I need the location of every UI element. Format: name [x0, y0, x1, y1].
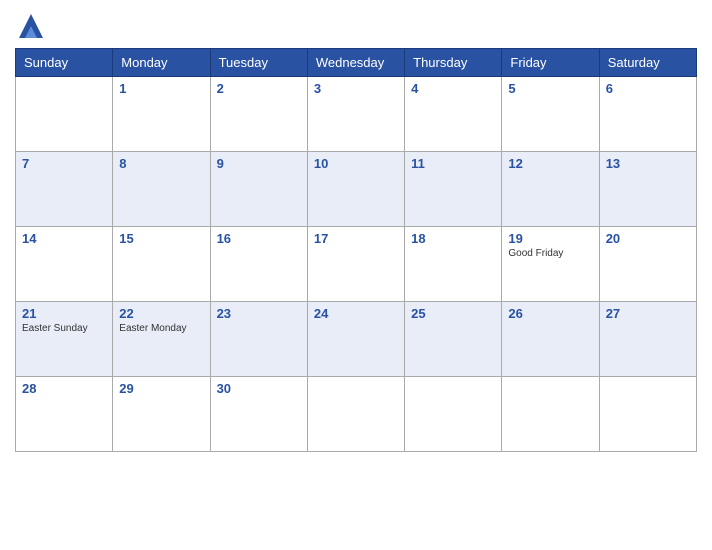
date-number: 9 [217, 156, 301, 171]
calendar-page: SundayMondayTuesdayWednesdayThursdayFrid… [0, 0, 712, 467]
day-header-monday: Monday [113, 49, 210, 77]
calendar-cell [16, 77, 113, 152]
logo-icon [15, 10, 47, 42]
date-number: 7 [22, 156, 106, 171]
calendar-cell: 2 [210, 77, 307, 152]
calendar-cell: 23 [210, 302, 307, 377]
calendar-cell: 11 [405, 152, 502, 227]
date-number: 13 [606, 156, 690, 171]
date-number: 10 [314, 156, 398, 171]
date-number: 14 [22, 231, 106, 246]
day-headers-row: SundayMondayTuesdayWednesdayThursdayFrid… [16, 49, 697, 77]
week-row-4: 21 Easter Sunday 22 Easter Monday 23 24 25 26 27 [16, 302, 697, 377]
week-row-5: 28 29 30 [16, 377, 697, 452]
calendar-cell: 20 [599, 227, 696, 302]
date-number: 12 [508, 156, 592, 171]
date-number: 30 [217, 381, 301, 396]
calendar-cell: 14 [16, 227, 113, 302]
day-header-thursday: Thursday [405, 49, 502, 77]
date-number: 15 [119, 231, 203, 246]
calendar-cell: 24 [307, 302, 404, 377]
day-header-saturday: Saturday [599, 49, 696, 77]
day-header-wednesday: Wednesday [307, 49, 404, 77]
calendar-cell [405, 377, 502, 452]
date-number: 25 [411, 306, 495, 321]
date-number: 29 [119, 381, 203, 396]
date-number: 26 [508, 306, 592, 321]
calendar-cell: 3 [307, 77, 404, 152]
date-number: 28 [22, 381, 106, 396]
calendar-cell: 22 Easter Monday [113, 302, 210, 377]
date-number: 1 [119, 81, 203, 96]
date-number: 16 [217, 231, 301, 246]
calendar-cell: 15 [113, 227, 210, 302]
date-number: 18 [411, 231, 495, 246]
event-label: Good Friday [508, 248, 592, 259]
calendar-cell: 26 [502, 302, 599, 377]
date-number: 23 [217, 306, 301, 321]
calendar-cell: 12 [502, 152, 599, 227]
day-header-tuesday: Tuesday [210, 49, 307, 77]
calendar-cell: 27 [599, 302, 696, 377]
calendar-cell: 17 [307, 227, 404, 302]
calendar-cell [599, 377, 696, 452]
week-row-1: 123456 [16, 77, 697, 152]
event-label: Easter Monday [119, 323, 203, 334]
date-number: 20 [606, 231, 690, 246]
date-number: 11 [411, 156, 495, 171]
week-row-3: 14 15 16 17 18 19 Good Friday 20 [16, 227, 697, 302]
date-number: 17 [314, 231, 398, 246]
calendar-cell: 5 [502, 77, 599, 152]
calendar-cell: 10 [307, 152, 404, 227]
calendar-cell: 9 [210, 152, 307, 227]
calendar-cell: 4 [405, 77, 502, 152]
calendar-cell: 21 Easter Sunday [16, 302, 113, 377]
calendar-table: SundayMondayTuesdayWednesdayThursdayFrid… [15, 48, 697, 452]
calendar-cell: 7 [16, 152, 113, 227]
date-number: 22 [119, 306, 203, 321]
date-number: 3 [314, 81, 398, 96]
calendar-cell [307, 377, 404, 452]
calendar-cell: 18 [405, 227, 502, 302]
day-header-sunday: Sunday [16, 49, 113, 77]
week-row-2: 789 10 11 12 13 [16, 152, 697, 227]
date-number: 2 [217, 81, 301, 96]
date-number: 24 [314, 306, 398, 321]
date-number: 8 [119, 156, 203, 171]
calendar-header [15, 10, 697, 42]
calendar-cell [502, 377, 599, 452]
date-number: 27 [606, 306, 690, 321]
calendar-cell: 6 [599, 77, 696, 152]
calendar-cell: 29 [113, 377, 210, 452]
calendar-cell: 25 [405, 302, 502, 377]
calendar-cell: 1 [113, 77, 210, 152]
calendar-cell: 19 Good Friday [502, 227, 599, 302]
calendar-cell: 16 [210, 227, 307, 302]
calendar-cell: 8 [113, 152, 210, 227]
calendar-cell: 30 [210, 377, 307, 452]
date-number: 4 [411, 81, 495, 96]
logo [15, 10, 51, 42]
date-number: 21 [22, 306, 106, 321]
date-number: 6 [606, 81, 690, 96]
date-number: 19 [508, 231, 592, 246]
calendar-cell: 13 [599, 152, 696, 227]
date-number: 5 [508, 81, 592, 96]
calendar-cell: 28 [16, 377, 113, 452]
event-label: Easter Sunday [22, 323, 106, 334]
day-header-friday: Friday [502, 49, 599, 77]
